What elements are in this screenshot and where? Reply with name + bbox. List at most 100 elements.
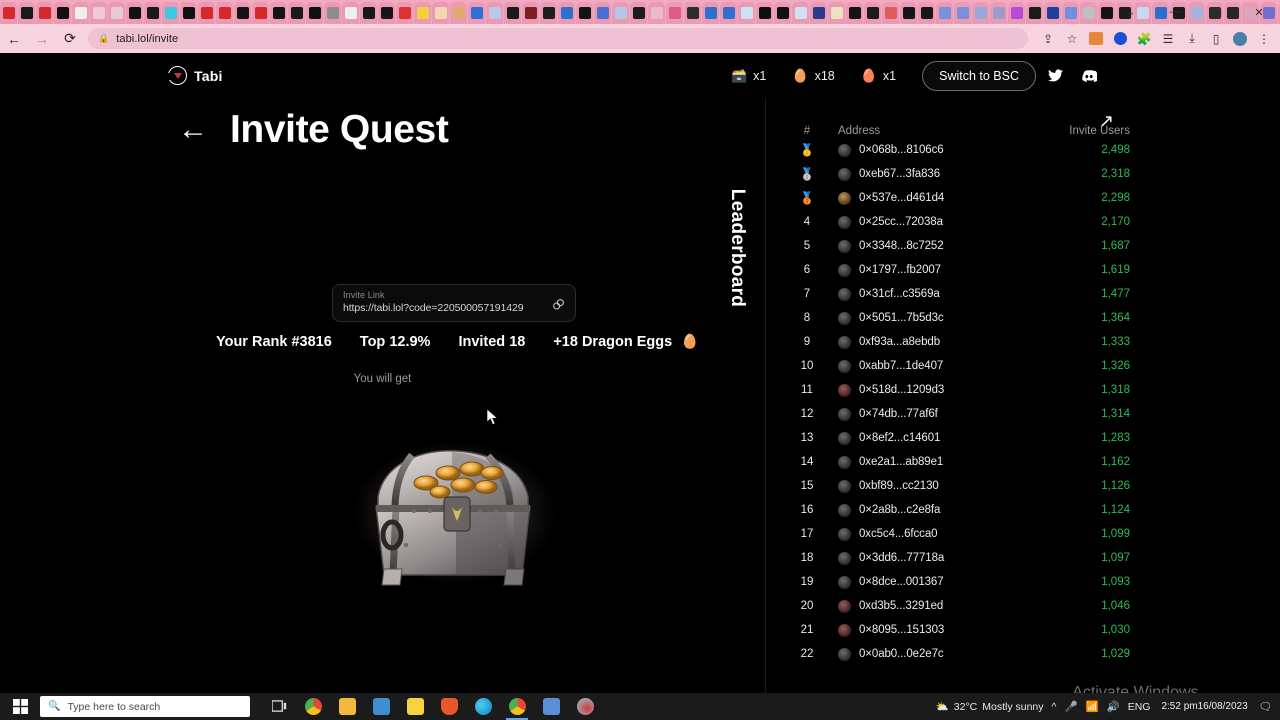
browser-tab[interactable] <box>306 2 323 24</box>
leaderboard-row[interactable]: 20 0xd3b5...3291ed 1,046 <box>776 594 1280 618</box>
browser-tab[interactable] <box>684 2 701 24</box>
media-taskbar-icon[interactable] <box>570 693 600 720</box>
leaderboard-row[interactable]: 🥉 0×537e...d461d4 2,298 <box>776 186 1280 210</box>
tab-list[interactable] <box>0 0 1280 24</box>
token-dragon-egg[interactable]: 🥚 x1 <box>861 69 896 83</box>
notes-taskbar-icon[interactable] <box>400 693 430 720</box>
browser-tab[interactable] <box>450 2 467 24</box>
browser-tab[interactable] <box>342 2 359 24</box>
browser-tab[interactable] <box>126 2 143 24</box>
copy-icon[interactable] <box>551 297 566 312</box>
browser-tab[interactable] <box>198 2 215 24</box>
tabi-logo[interactable]: Tabi <box>167 66 223 85</box>
browser-tab[interactable] <box>990 2 1007 24</box>
browser-tab[interactable] <box>216 2 233 24</box>
tray-clock[interactable]: 2:52 pm 16/08/2023 <box>1154 693 1254 720</box>
forward-button[interactable]: → <box>28 25 56 53</box>
leaderboard-row[interactable]: 8 0×5051...7b5d3c 1,364 <box>776 306 1280 330</box>
browser-tab[interactable] <box>360 2 377 24</box>
language-indicator[interactable]: ENG <box>1124 693 1155 720</box>
share-icon[interactable]: ⇪ <box>1036 27 1060 51</box>
chrome-active-taskbar-icon[interactable] <box>502 693 532 720</box>
leaderboard-row[interactable]: 6 0×1797...fb2007 1,619 <box>776 258 1280 282</box>
extensions-icon[interactable]: 🧩 <box>1132 27 1156 51</box>
leaderboard-row[interactable]: 5 0×3348...8c7252 1,687 <box>776 234 1280 258</box>
profile-avatar-icon[interactable] <box>1228 27 1252 51</box>
back-button[interactable]: ← <box>0 25 28 53</box>
chrome-taskbar-icon[interactable] <box>298 693 328 720</box>
browser-tab[interactable] <box>972 2 989 24</box>
leaderboard-row[interactable]: 15 0xbf89...cc2130 1,126 <box>776 474 1280 498</box>
browser-tab[interactable] <box>846 2 863 24</box>
back-arrow-icon[interactable]: ← <box>178 115 208 145</box>
leaderboard-row[interactable]: 14 0xe2a1...ab89e1 1,162 <box>776 450 1280 474</box>
chrome-menu-icon[interactable]: ⋮ <box>1252 27 1276 51</box>
browser-tab[interactable] <box>378 2 395 24</box>
browser-tab[interactable] <box>144 2 161 24</box>
browser-tab[interactable] <box>234 2 251 24</box>
browser-tab[interactable] <box>270 2 287 24</box>
browser-tab[interactable] <box>882 2 899 24</box>
browser-tab[interactable] <box>936 2 953 24</box>
leaderboard-row[interactable]: 4 0×25cc...72038a 2,170 <box>776 210 1280 234</box>
invite-link-box[interactable]: Invite Link https://tabi.lol?code=220500… <box>332 284 576 322</box>
notification-icon[interactable]: 🗨 <box>1255 693 1276 720</box>
taskbar-search-box[interactable]: 🔍 Type here to search <box>40 696 250 717</box>
leaderboard-row[interactable]: 21 0×8095...151303 1,030 <box>776 618 1280 642</box>
windows-start-icon[interactable] <box>0 693 40 720</box>
browser-tab[interactable] <box>18 2 35 24</box>
switch-to-bsc-button[interactable]: Switch to BSC <box>922 60 1036 91</box>
edge-taskbar-icon[interactable] <box>468 693 498 720</box>
leaderboard-row[interactable]: 22 0×0ab0...0e2e7c 1,029 <box>776 642 1280 666</box>
volume-icon[interactable]: 🔊 <box>1103 693 1124 720</box>
wallet-icon[interactable] <box>1108 27 1132 51</box>
close-window-button[interactable]: ✕ <box>1238 0 1280 24</box>
browser-tab[interactable] <box>702 2 719 24</box>
browser-tab[interactable] <box>486 2 503 24</box>
browser-tab[interactable] <box>522 2 539 24</box>
browser-tab[interactable] <box>576 2 593 24</box>
task-view-icon[interactable] <box>264 693 294 720</box>
browser-tab[interactable] <box>432 2 449 24</box>
browser-tab[interactable] <box>54 2 71 24</box>
leaderboard-row[interactable]: 16 0×2a8b...c2e8fa 1,124 <box>776 498 1280 522</box>
browser-tab[interactable] <box>810 2 827 24</box>
leaderboard-row[interactable]: 12 0×74db...77af6f 1,314 <box>776 402 1280 426</box>
browser-tab[interactable] <box>666 2 683 24</box>
leaderboard-row[interactable]: 11 0×518d...1209d3 1,318 <box>776 378 1280 402</box>
leaderboard-row[interactable]: 🥇 0×068b...8106c6 2,498 <box>776 138 1280 162</box>
metamask-icon[interactable] <box>1084 27 1108 51</box>
browser-tab[interactable] <box>414 2 431 24</box>
reading-list-icon[interactable]: ☰ <box>1156 27 1180 51</box>
browser-tab[interactable] <box>90 2 107 24</box>
leaderboard-row[interactable]: 🥈 0xeb67...3fa836 2,318 <box>776 162 1280 186</box>
expand-leaderboard-icon[interactable]: ↗ <box>1099 112 1114 130</box>
browser-tab[interactable] <box>540 2 557 24</box>
token-egg[interactable]: 🥚 x18 <box>792 69 834 83</box>
twitter-icon[interactable] <box>1040 64 1070 88</box>
browser-tab[interactable] <box>756 2 773 24</box>
browser-tab[interactable] <box>774 2 791 24</box>
file-explorer-taskbar-icon[interactable] <box>332 693 362 720</box>
tab-search-icon[interactable]: ⌄ <box>1108 0 1154 24</box>
leaderboard-row[interactable]: 13 0×8ef2...c14601 1,283 <box>776 426 1280 450</box>
browser-tab[interactable] <box>864 2 881 24</box>
browser-tab[interactable] <box>288 2 305 24</box>
browser-tab[interactable] <box>1080 2 1097 24</box>
calculator-taskbar-icon[interactable] <box>366 693 396 720</box>
maximize-button[interactable]: ▢ <box>1196 0 1238 24</box>
browser-tab[interactable] <box>468 2 485 24</box>
browser-tab[interactable] <box>792 2 809 24</box>
browser-tab[interactable] <box>0 2 17 24</box>
browser-tab[interactable] <box>738 2 755 24</box>
browser-tab[interactable] <box>558 2 575 24</box>
browser-tab[interactable] <box>828 2 845 24</box>
brave-taskbar-icon[interactable] <box>434 693 464 720</box>
browser-tab[interactable] <box>900 2 917 24</box>
mic-icon[interactable]: 🎤 <box>1060 693 1081 720</box>
browser-tab[interactable] <box>720 2 737 24</box>
browser-tab[interactable] <box>162 2 179 24</box>
browser-tab[interactable] <box>396 2 413 24</box>
leaderboard-row[interactable]: 9 0xf93a...a8ebdb 1,333 <box>776 330 1280 354</box>
leaderboard-row[interactable]: 7 0×31cf...c3569a 1,477 <box>776 282 1280 306</box>
